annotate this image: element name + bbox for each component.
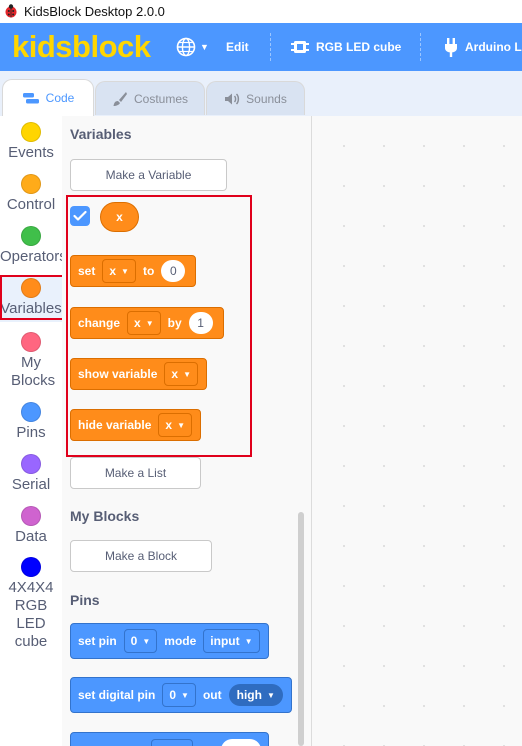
chevron-down-icon: ▼ (200, 42, 209, 52)
plug-icon (445, 38, 457, 57)
chip-icon (291, 41, 309, 53)
rgb-cube-dot (21, 557, 41, 577)
speaker-icon (225, 92, 240, 105)
device-menu[interactable]: RGB LED cube (290, 23, 401, 71)
menu-divider (270, 33, 271, 61)
pins-dot (21, 402, 41, 422)
mode-dropdown[interactable]: input ▼ (203, 629, 260, 653)
caret-down-icon: ▼ (181, 690, 189, 700)
block-word: set pin (78, 634, 117, 648)
operators-dot (21, 226, 41, 246)
dropdown-value: input (210, 634, 240, 648)
board-name: Arduino L (465, 40, 522, 54)
tab-costumes-label: Costumes (133, 91, 189, 106)
category-control[interactable]: Control (0, 174, 62, 214)
globe-icon (176, 37, 196, 57)
pin-dropdown[interactable]: 0 ▼ (123, 629, 158, 653)
code-icon (22, 93, 39, 104)
block-palette: Variables Make a Variable x set x ▼ to 0 … (62, 116, 312, 746)
category-rgb-led-cube[interactable]: 4X4X4 RGB LED cube (0, 557, 62, 651)
dropdown-value: 0 (169, 688, 177, 702)
category-label: Pins (16, 424, 46, 441)
set-digital-pin-block[interactable]: set digital pin 0 ▼ out high ▼ (70, 677, 292, 713)
palette-scrollbar[interactable] (298, 512, 304, 746)
window-titlebar: KidsBlock Desktop 2.0.0 (0, 0, 522, 24)
level-dropdown[interactable]: high ▼ (228, 684, 283, 706)
category-pins[interactable]: Pins (0, 402, 62, 442)
set-pin-mode-block[interactable]: set pin 0 ▼ mode input ▼ (70, 623, 269, 659)
serial-dot (21, 454, 41, 474)
events-dot (21, 122, 41, 142)
brush-icon (113, 91, 127, 106)
pin-dropdown[interactable]: 0 ▼ (162, 683, 196, 707)
make-variable-button[interactable]: Make a Variable (70, 159, 227, 191)
category-label: Operators (0, 248, 62, 265)
category-label: Serial (11, 476, 51, 493)
data-dot (21, 506, 41, 526)
block-slot (221, 739, 261, 746)
category-my-blocks[interactable]: My Blocks (0, 332, 62, 390)
code-workspace[interactable] (312, 116, 522, 746)
block-word: out (202, 688, 222, 702)
category-operators[interactable]: Operators (0, 226, 62, 266)
caret-down-icon: ▼ (266, 690, 275, 700)
category-label: Events (8, 144, 54, 161)
my-blocks-header: My Blocks (70, 508, 140, 524)
device-name: RGB LED cube (316, 40, 402, 54)
dropdown-value: 0 (130, 634, 138, 648)
category-label: Control (6, 196, 56, 213)
window-title: KidsBlock Desktop 2.0.0 (24, 4, 165, 19)
language-menu[interactable]: ▼ (176, 23, 209, 71)
tab-code-label: Code (45, 91, 75, 105)
pin-block-partial[interactable] (70, 732, 269, 746)
dropdown-value: high (236, 688, 262, 702)
variables-header: Variables (70, 126, 132, 142)
variable-blocks-highlight-box (66, 195, 252, 457)
category-label: 4X4X4 RGB LED cube (8, 579, 54, 650)
control-dot (21, 174, 41, 194)
editor-tabs: Code Costumes Sounds (0, 71, 522, 116)
ladybug-icon (5, 4, 17, 18)
pins-header: Pins (70, 592, 100, 608)
category-label: Data (15, 528, 47, 545)
category-serial[interactable]: Serial (0, 454, 62, 494)
caret-down-icon: ▼ (244, 636, 253, 646)
tab-code[interactable]: Code (2, 79, 94, 116)
my-blocks-dot (21, 332, 41, 352)
block-slot (151, 739, 193, 746)
make-list-button[interactable]: Make a List (70, 457, 201, 489)
block-word: mode (164, 634, 197, 648)
variables-highlight-box (0, 275, 64, 320)
category-data[interactable]: Data (0, 506, 62, 546)
edit-menu[interactable]: Edit (226, 23, 249, 71)
tab-costumes[interactable]: Costumes (95, 81, 205, 115)
block-word: set digital pin (78, 688, 156, 702)
menu-divider (420, 33, 421, 61)
tab-sounds-label: Sounds (246, 91, 287, 106)
tab-sounds[interactable]: Sounds (206, 81, 305, 115)
menu-bar: kidsblock ▼ Edit RGB LED cube Arduino L (0, 23, 522, 71)
kidsblock-logo[interactable]: kidsblock (12, 29, 151, 65)
category-menu: Events Control Operators Variables My Bl… (0, 116, 64, 746)
category-label: My Blocks (11, 354, 56, 389)
board-menu[interactable]: Arduino L (443, 23, 522, 71)
category-events[interactable]: Events (0, 122, 62, 162)
caret-down-icon: ▼ (142, 636, 151, 646)
make-block-button[interactable]: Make a Block (70, 540, 212, 572)
